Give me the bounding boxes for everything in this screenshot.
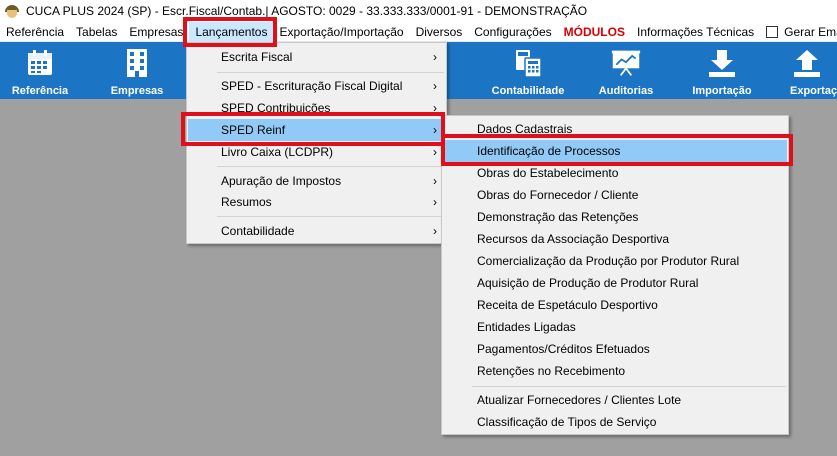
- menu-bar: Referência Tabelas Empresas Lançamentos …: [0, 21, 837, 42]
- presentation-chart-icon: [611, 48, 641, 78]
- calculator-icon: [513, 48, 543, 78]
- toolbar-exportacao-button[interactable]: Exportação: [786, 42, 837, 99]
- annotation-box-identificacao-processos: [441, 134, 793, 166]
- calendar-icon: [25, 48, 55, 78]
- toolbar-importacao-button[interactable]: Importação: [686, 42, 758, 99]
- toolbar-referencia-button[interactable]: Referência: [6, 42, 74, 99]
- submenu-arrow-icon: ›: [433, 174, 437, 188]
- menu-separator: [217, 216, 444, 217]
- menu-separator: [472, 386, 786, 387]
- menu-exportacao-importacao[interactable]: Exportação/Importação: [273, 22, 409, 42]
- window-title: CUCA PLUS 2024 (SP) - Escr.Fiscal/Contab…: [26, 4, 588, 18]
- gerar-email-toggle[interactable]: Gerar Email: [760, 22, 837, 42]
- menu-tabelas[interactable]: Tabelas: [70, 22, 123, 42]
- reinf-item-entidades-ligadas[interactable]: Entidades Ligadas: [443, 316, 787, 338]
- annotation-box-sped-reinf: [181, 112, 445, 146]
- reinf-item-atualizar-fornecedores[interactable]: Atualizar Fornecedores / Clientes Lote: [443, 389, 787, 411]
- reinf-item-comercializacao-producao[interactable]: Comercialização da Produção por Produtor…: [443, 250, 787, 272]
- lancamentos-item-contabilidade[interactable]: Contabilidade ›: [188, 220, 445, 242]
- building-icon: [122, 48, 152, 78]
- reinf-item-aquisicao-producao[interactable]: Aquisição de Produção de Produtor Rural: [443, 272, 787, 294]
- toolbar-auditorias-label: Auditorias: [598, 85, 654, 97]
- reinf-item-pagamentos-creditos[interactable]: Pagamentos/Créditos Efetuados: [443, 338, 787, 360]
- app-logo-icon: [4, 3, 20, 19]
- reinf-item-obras-fornecedor-cliente[interactable]: Obras do Fornecedor / Cliente: [443, 184, 787, 206]
- title-bar: CUCA PLUS 2024 (SP) - Escr.Fiscal/Contab…: [0, 0, 837, 22]
- menu-diversos[interactable]: Diversos: [410, 22, 469, 42]
- submenu-arrow-icon: ›: [433, 50, 437, 64]
- lancamentos-item-sped-efd[interactable]: SPED - Escrituração Fiscal Digital ›: [188, 75, 445, 97]
- toolbar-empresas-button[interactable]: Empresas: [103, 42, 171, 99]
- menu-informacoes-tecnicas[interactable]: Informações Técnicas: [631, 22, 760, 42]
- gerar-email-label: Gerar Email: [784, 24, 837, 39]
- reinf-item-recursos-associacao[interactable]: Recursos da Associação Desportiva: [443, 228, 787, 250]
- submenu-arrow-icon: ›: [433, 224, 437, 238]
- gerar-email-checkbox[interactable]: [766, 25, 779, 38]
- reinf-item-receita-espetaculo[interactable]: Receita de Espetáculo Desportivo: [443, 294, 787, 316]
- menu-empresas[interactable]: Empresas: [123, 22, 189, 42]
- menu-modulos[interactable]: MÓDULOS: [558, 22, 631, 42]
- toolbar-auditorias-button[interactable]: Auditorias: [590, 42, 662, 99]
- toolbar-contabilidade-label: Contabilidade: [491, 85, 565, 97]
- menu-configuracoes[interactable]: Configurações: [468, 22, 557, 42]
- annotation-box-lancamentos: [183, 17, 277, 47]
- submenu-arrow-icon: ›: [433, 79, 437, 93]
- upload-icon: [792, 48, 822, 78]
- reinf-item-retencoes-recebimento[interactable]: Retenções no Recebimento: [443, 360, 787, 382]
- lancamentos-item-apuracao-impostos[interactable]: Apuração de Impostos ›: [188, 170, 445, 192]
- toolbar-importacao-label: Importação: [692, 85, 752, 97]
- reinf-item-demonstracao-retencoes[interactable]: Demonstração das Retenções: [443, 206, 787, 228]
- submenu-arrow-icon: ›: [433, 195, 437, 209]
- menu-separator: [217, 166, 444, 167]
- menu-separator: [217, 72, 444, 73]
- menu-referencia[interactable]: Referência: [0, 22, 70, 42]
- lancamentos-item-resumos[interactable]: Resumos ›: [188, 191, 445, 213]
- toolbar-contabilidade-button[interactable]: Contabilidade: [490, 42, 566, 99]
- toolbar-exportacao-label: Exportação: [790, 85, 837, 97]
- lancamentos-item-escrita-fiscal[interactable]: Escrita Fiscal ›: [188, 46, 445, 68]
- reinf-item-classificacao-servico[interactable]: Classificação de Tipos de Serviço: [443, 411, 787, 433]
- toolbar-empresas-label: Empresas: [110, 85, 164, 97]
- toolbar-referencia-label: Referência: [11, 85, 69, 97]
- download-icon: [707, 48, 737, 78]
